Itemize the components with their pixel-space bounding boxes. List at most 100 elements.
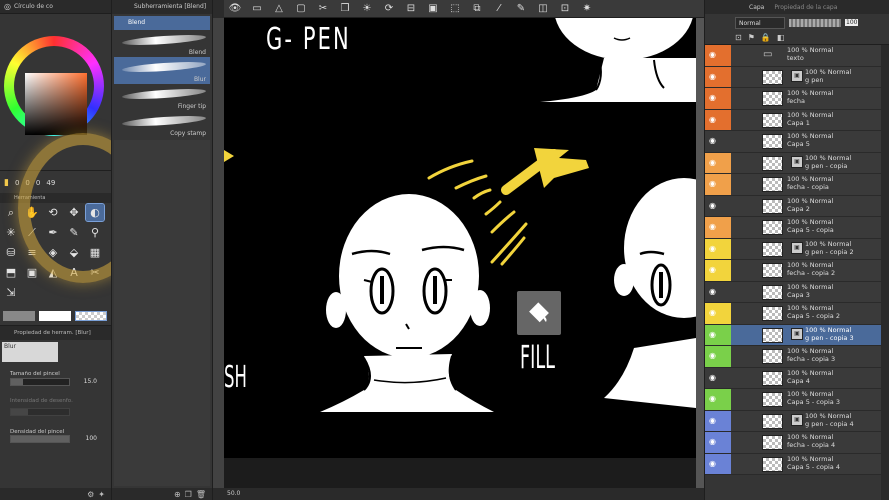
trash-icon[interactable]: 🗑	[196, 490, 206, 499]
visibility-eye-icon[interactable]: ◉	[709, 222, 719, 232]
brush-tool-icon[interactable]: ⚲	[86, 224, 104, 241]
move-tool-icon[interactable]: ✥	[65, 204, 83, 221]
tab-layer[interactable]: Capa	[749, 4, 764, 11]
ruler-icon[interactable]: ◫	[536, 3, 550, 15]
brush-density-slider[interactable]	[10, 435, 70, 443]
clear-icon[interactable]: ▢	[294, 3, 308, 15]
settings-icon[interactable]: ⚙	[87, 490, 94, 499]
pencil-tool-icon[interactable]: ✎	[65, 224, 83, 241]
main-color-swatch[interactable]	[3, 311, 35, 321]
color-swatch-icon[interactable]: ▮	[4, 178, 9, 188]
visibility-eye-icon[interactable]: ◉	[709, 373, 719, 383]
palette-icon[interactable]: ◎	[4, 2, 11, 11]
layer-row[interactable]: ◉ ▣ 100 % Normal g pen - copia 3	[705, 324, 889, 346]
eye-icon[interactable]: 👁	[228, 3, 242, 15]
layer-row[interactable]: ◉ 100 % Normal fecha - copia 4	[705, 432, 889, 454]
visibility-eye-icon[interactable]: ◉	[709, 459, 719, 469]
text-tool-icon[interactable]: A	[65, 264, 83, 281]
layer-row[interactable]: ◉ 100 % Normal Capa 1	[705, 109, 889, 131]
brush-item-blur[interactable]: Blur	[114, 57, 210, 84]
layer-row[interactable]: ◉ ▣ 100 % Normal g pen - copia	[705, 152, 889, 174]
visibility-eye-icon[interactable]: ◉	[709, 244, 719, 254]
gradient-tool-icon[interactable]: ▦	[86, 244, 104, 261]
frame-tool-icon[interactable]: ▣	[23, 264, 41, 281]
visibility-eye-icon[interactable]: ◉	[709, 287, 719, 297]
brush-size-value[interactable]: 15.0	[84, 378, 97, 385]
visibility-eye-icon[interactable]: ◉	[709, 330, 719, 340]
reference-icon[interactable]: ⚑	[748, 33, 755, 42]
pen-tool-icon[interactable]: ✒	[44, 224, 62, 241]
brush-size-slider[interactable]	[10, 378, 70, 386]
visibility-eye-icon[interactable]: ◉	[709, 416, 719, 426]
visibility-eye-icon[interactable]: ◉	[709, 351, 719, 361]
visibility-eye-icon[interactable]: ◉	[709, 158, 719, 168]
visibility-eye-icon[interactable]: ◉	[709, 115, 719, 125]
layer-row[interactable]: ◉ 100 % Normal Capa 5 - copia 2	[705, 303, 889, 325]
layer-row[interactable]: ◉ 100 % Normal Capa 5 - copia 3	[705, 389, 889, 411]
zoom-value[interactable]: 50.0	[227, 490, 240, 497]
blend-tool-icon[interactable]: ◐	[85, 203, 105, 222]
visibility-eye-icon[interactable]: ◉	[709, 201, 719, 211]
layer-row[interactable]: ◉ 100 % Normal fecha - copia 2	[705, 260, 889, 282]
duplicate-icon[interactable]: ❐	[185, 490, 192, 499]
deselect-icon[interactable]: ⊟	[404, 3, 418, 15]
balloon-tool-icon[interactable]: ✂	[86, 264, 104, 281]
opacity-value[interactable]: 100	[845, 19, 859, 26]
highlight-icon[interactable]: ✷	[580, 3, 594, 15]
pen-settings-icon[interactable]: ✎	[514, 3, 528, 15]
visibility-eye-icon[interactable]: ◉	[709, 437, 719, 447]
brush-item-finger-tip[interactable]: Finger tip	[114, 84, 210, 111]
brush-item-blend[interactable]: Blend	[114, 30, 210, 57]
visibility-eye-icon[interactable]: ◉	[709, 394, 719, 404]
layer-row[interactable]: ◉ 100 % Normal Capa 4	[705, 367, 889, 389]
correction-tool-icon[interactable]: ⇲	[2, 284, 20, 301]
add-subtool-icon[interactable]: ⊕	[174, 490, 181, 499]
visibility-eye-icon[interactable]: ◉	[709, 136, 719, 146]
layer-row[interactable]: ◉ 100 % Normal Capa 3	[705, 281, 889, 303]
fill-tool-icon[interactable]: ⬙	[65, 244, 83, 261]
brush-item-copy-stamp[interactable]: Copy stamp	[114, 111, 210, 138]
visibility-eye-icon[interactable]: ◉	[709, 72, 719, 82]
ruler-tool-icon[interactable]: ◭	[44, 264, 62, 281]
brush-settings-icon[interactable]: ⁄	[492, 3, 506, 15]
folder-icon[interactable]: ▭	[250, 3, 264, 15]
eyedropper-icon[interactable]: ⟋	[23, 224, 41, 241]
tab-layer-property[interactable]: Propiedad de la capa	[774, 4, 837, 11]
sub-color-swatch[interactable]	[39, 311, 71, 321]
snap-icon[interactable]: ⊡	[558, 3, 572, 15]
layer-row[interactable]: ◉ 100 % Normal fecha	[705, 88, 889, 110]
visibility-eye-icon[interactable]: ◉	[709, 179, 719, 189]
airbrush-tool-icon[interactable]: ⛁	[2, 244, 20, 261]
copy-icon[interactable]: ❒	[338, 3, 352, 15]
clip-icon[interactable]: ⊡	[735, 33, 742, 42]
blend-mode-select[interactable]: Normal	[735, 16, 785, 29]
layer-row[interactable]: ◉ ▣ 100 % Normal g pen	[705, 66, 889, 88]
lock-icon[interactable]: 🔒	[761, 33, 771, 42]
transparent-color-swatch[interactable]	[75, 311, 107, 321]
visibility-eye-icon[interactable]: ◉	[709, 265, 719, 275]
opacity-slider[interactable]	[789, 18, 841, 27]
brightness-icon[interactable]: ☀	[360, 3, 374, 15]
layer-row[interactable]: ◉ 100 % Normal fecha - copia	[705, 174, 889, 196]
layer-row[interactable]: ◉ 100 % Normal Capa 5 - copia 4	[705, 453, 889, 475]
cut-icon[interactable]: ✂	[316, 3, 330, 15]
layer-row[interactable]: ◉ 100 % Normal Capa 5 - copia	[705, 217, 889, 239]
layer-row[interactable]: ◉ ▣ 100 % Normal g pen - copia 2	[705, 238, 889, 260]
drawing-canvas[interactable]: G- PEN FILL SH	[224, 18, 696, 458]
layer-row[interactable]: ◉ ▭ 100 % Normal texto	[705, 45, 889, 67]
mask-icon[interactable]: ◧	[777, 33, 785, 42]
zoom-tool-icon[interactable]: ⌕	[2, 204, 20, 221]
visibility-eye-icon[interactable]: ◉	[709, 93, 719, 103]
tab-color-wheel[interactable]: Círculo de co	[14, 3, 53, 10]
hand-tool-icon[interactable]: ✋	[23, 204, 41, 221]
transform-icon[interactable]: ⬚	[448, 3, 462, 15]
canvas-vertical-scrollbar[interactable]	[696, 18, 704, 488]
subtool-group-tab[interactable]: Blend	[114, 16, 210, 30]
layer-scrollbar[interactable]	[881, 45, 889, 500]
figure-tool-icon[interactable]: ⬒	[2, 264, 20, 281]
sparkle-tool-icon[interactable]: ✳	[2, 224, 20, 241]
visibility-eye-icon[interactable]: ◉	[709, 308, 719, 318]
layer-row[interactable]: ◉ 100 % Normal Capa 2	[705, 195, 889, 217]
rotate-icon[interactable]: ⟳	[382, 3, 396, 15]
scale-icon[interactable]: ⧉	[470, 3, 484, 15]
